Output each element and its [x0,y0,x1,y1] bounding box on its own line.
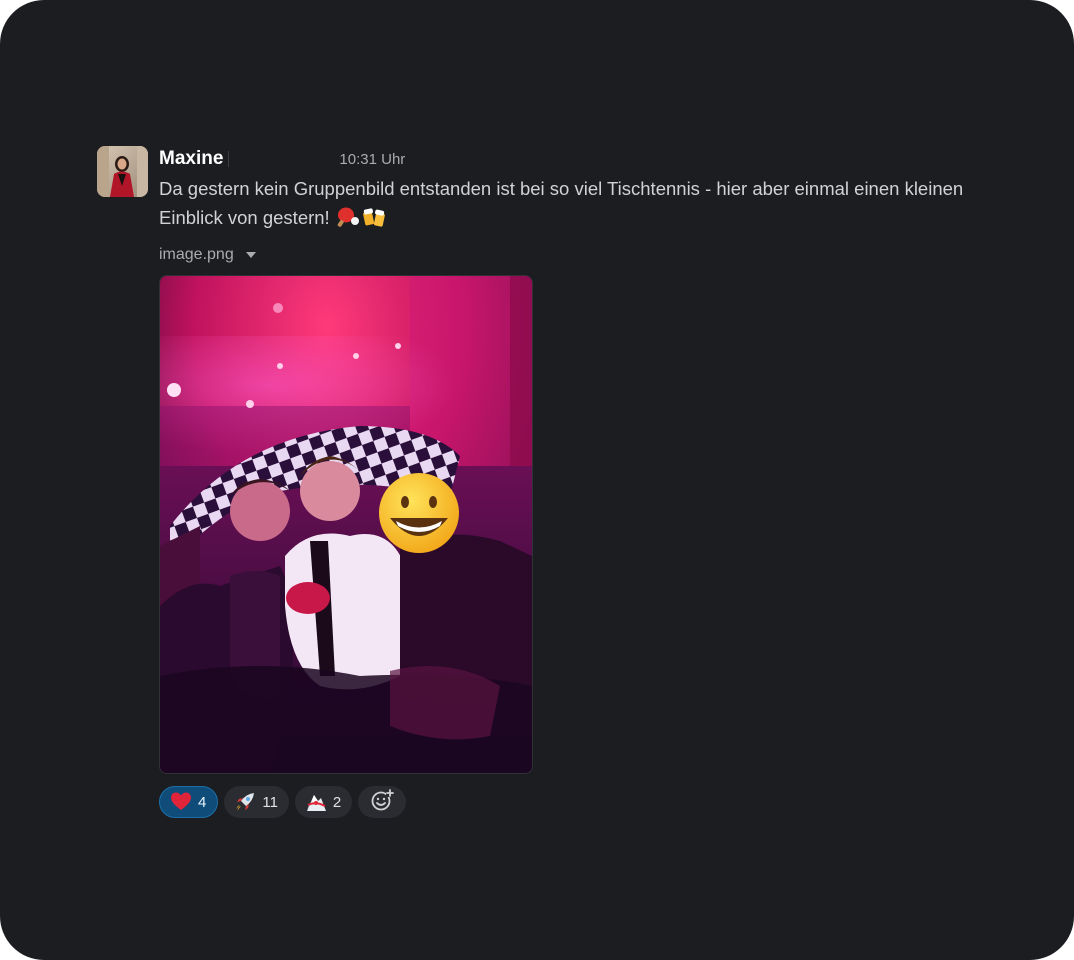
message-text-block: Da gestern kein Gruppenbild entstanden i… [159,174,999,232]
reaction-rocket[interactable]: 11 [224,786,289,818]
red-heart-icon [170,791,192,813]
avatar[interactable] [97,146,148,197]
chevron-down-icon[interactable] [245,252,256,258]
reaction-heart[interactable]: 4 [159,786,219,818]
message-text: Da gestern kein Gruppenbild entstanden i… [159,178,964,228]
app-window: Maxine 10:31 Uhr Da gestern kein Gruppen… [0,0,1074,960]
reaction-count: 2 [332,793,342,811]
message-header: Maxine 10:31 Uhr [159,146,999,172]
reaction-count: 11 [262,793,278,811]
add-emoji-icon [370,788,395,816]
timestamp[interactable]: 10:31 Uhr [339,151,405,168]
ski-lift-icon [305,791,327,813]
reactions-bar: 4 11 2 [159,786,999,818]
attachment-filename[interactable]: image.png [159,246,234,264]
attachment-image[interactable] [159,275,533,774]
sender-name[interactable]: Maxine [159,148,223,170]
rocket-icon [234,791,256,813]
reaction-count: 4 [198,793,207,811]
attachment-header[interactable]: image.png [159,244,999,266]
ping-pong-icon [337,206,361,228]
add-reaction-button[interactable] [358,786,407,818]
message-content: Maxine 10:31 Uhr Da gestern kein Gruppen… [159,146,999,818]
name-divider [228,151,230,167]
reaction-ski-lift[interactable]: 2 [294,786,353,818]
beer-mugs-icon [362,206,387,228]
